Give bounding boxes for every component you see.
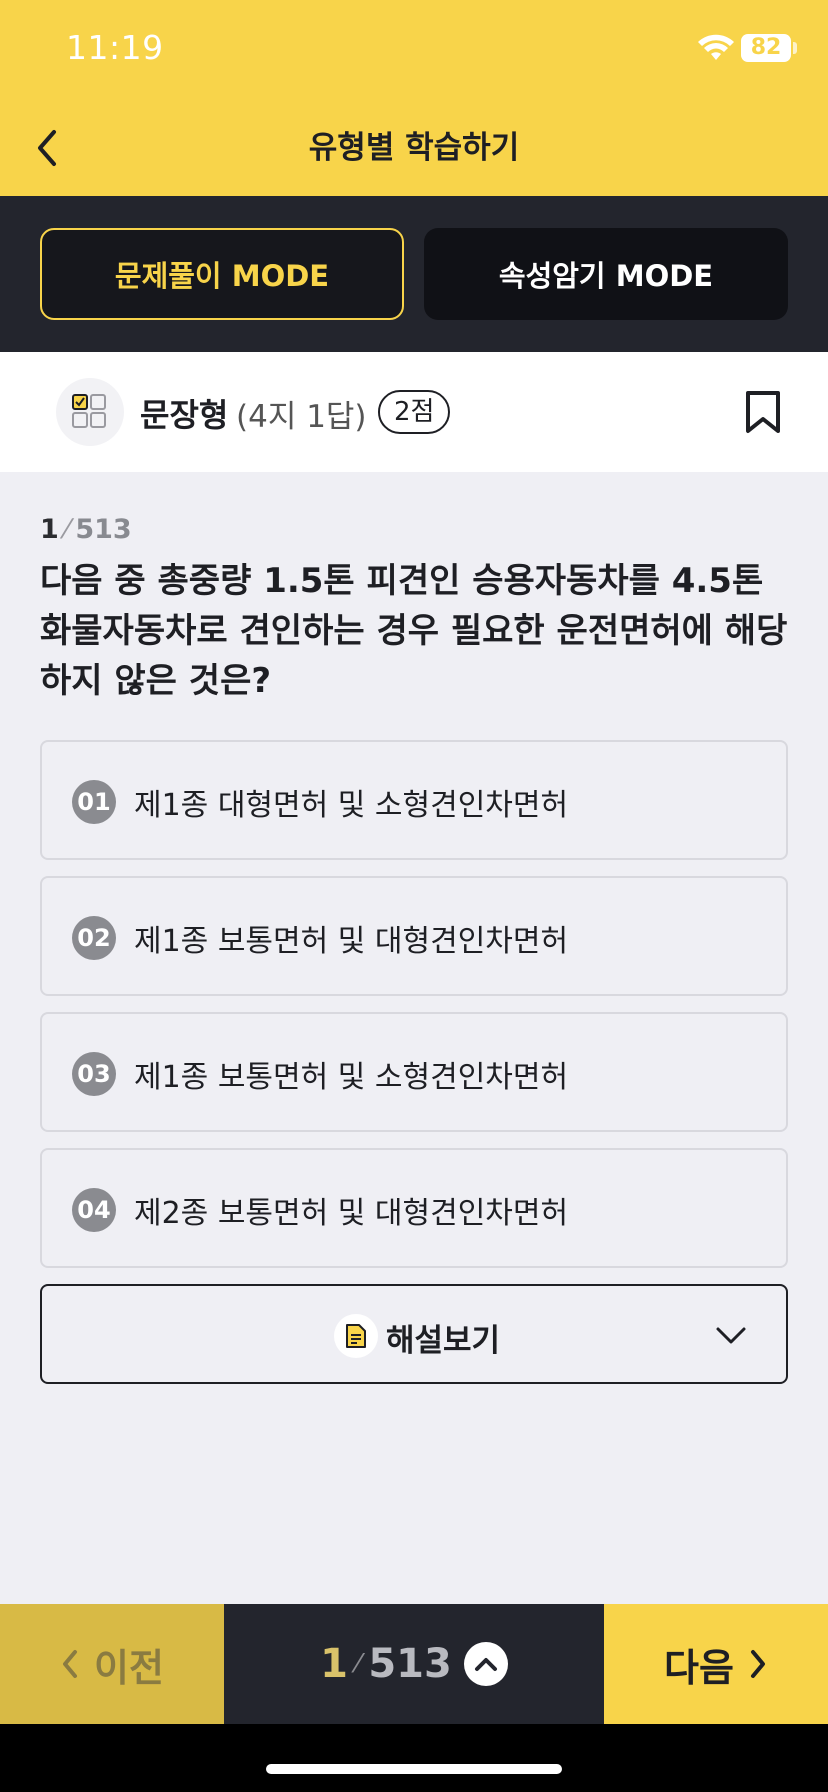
app-screen: 11:19 82 유형별 학습하기 문제풀이 MODE 속성암기 MODE 문장… — [0, 0, 828, 1792]
pager-current: 1 — [320, 1641, 348, 1687]
question-type-label: 문장형 — [140, 396, 229, 434]
option-number: 02 — [72, 916, 116, 960]
pager-separator: ⁄ — [356, 1649, 361, 1679]
counter-separator: ⁄ — [64, 514, 70, 545]
explanation-label: 해설보기 — [386, 1323, 501, 1359]
wifi-icon — [698, 34, 734, 60]
status-time: 11:19 — [66, 28, 164, 67]
score-badge: 2점 — [378, 390, 451, 434]
bottom-navigation: 이전 1 ⁄ 513 다음 — [0, 1604, 828, 1724]
question-text: 다음 중 총중량 1.5톤 피견인 승용자동차를 4.5톤 화물자동차로 견인하… — [40, 561, 788, 701]
checklist-icon — [56, 378, 124, 446]
option-text: 제1종 보통면허 및 소형견인차면허 — [134, 1060, 569, 1095]
home-area — [0, 1724, 828, 1792]
problem-mode-button[interactable]: 문제풀이 MODE — [40, 228, 404, 320]
previous-label: 이전 — [94, 1645, 164, 1690]
battery-nub — [793, 42, 797, 54]
option-number: 04 — [72, 1188, 116, 1232]
option-text: 제1종 대형면허 및 소형견인차면허 — [134, 788, 569, 823]
home-indicator[interactable] — [266, 1764, 562, 1774]
memorize-mode-button[interactable]: 속성암기 MODE — [424, 228, 788, 320]
question-counter: 1 ⁄ 513 — [40, 514, 132, 545]
question-type-desc: (4지 1답) — [236, 399, 367, 435]
option-number: 03 — [72, 1052, 116, 1096]
chevron-down-icon — [716, 1327, 746, 1344]
option-text: 제2종 보통면허 및 대형견인차면허 — [134, 1196, 569, 1231]
chevron-left-icon — [63, 1650, 78, 1678]
bookmark-icon[interactable] — [744, 390, 782, 434]
chevron-up-icon[interactable] — [463, 1642, 508, 1686]
mode-switcher: 문제풀이 MODE 속성암기 MODE — [0, 196, 828, 352]
counter-current: 1 — [40, 514, 59, 545]
answer-option-1[interactable]: 01 제1종 대형면허 및 소형견인차면허 — [40, 740, 788, 860]
battery-icon: 82 — [741, 34, 791, 62]
previous-button[interactable]: 이전 — [0, 1604, 224, 1724]
answer-option-3[interactable]: 03 제1종 보통면허 및 소형견인차면허 — [40, 1012, 788, 1132]
counter-total: 513 — [75, 514, 132, 545]
option-text: 제1종 보통면허 및 대형견인차면허 — [134, 924, 569, 959]
next-button[interactable]: 다음 — [604, 1604, 828, 1724]
pager[interactable]: 1 ⁄ 513 — [224, 1604, 604, 1724]
answer-option-2[interactable]: 02 제1종 보통면허 및 대형견인차면허 — [40, 876, 788, 996]
show-explanation-button[interactable]: 해설보기 — [40, 1284, 788, 1384]
chevron-right-icon — [750, 1650, 765, 1678]
header: 11:19 82 유형별 학습하기 — [0, 0, 828, 196]
pager-total: 513 — [368, 1641, 452, 1687]
answer-option-4[interactable]: 04 제2종 보통면허 및 대형견인차면허 — [40, 1148, 788, 1268]
page-title: 유형별 학습하기 — [308, 130, 520, 166]
option-number: 01 — [72, 780, 116, 824]
document-icon — [334, 1314, 378, 1358]
question-type-row: 문장형 (4지 1답) 2점 — [0, 352, 828, 472]
next-label: 다음 — [664, 1645, 734, 1690]
